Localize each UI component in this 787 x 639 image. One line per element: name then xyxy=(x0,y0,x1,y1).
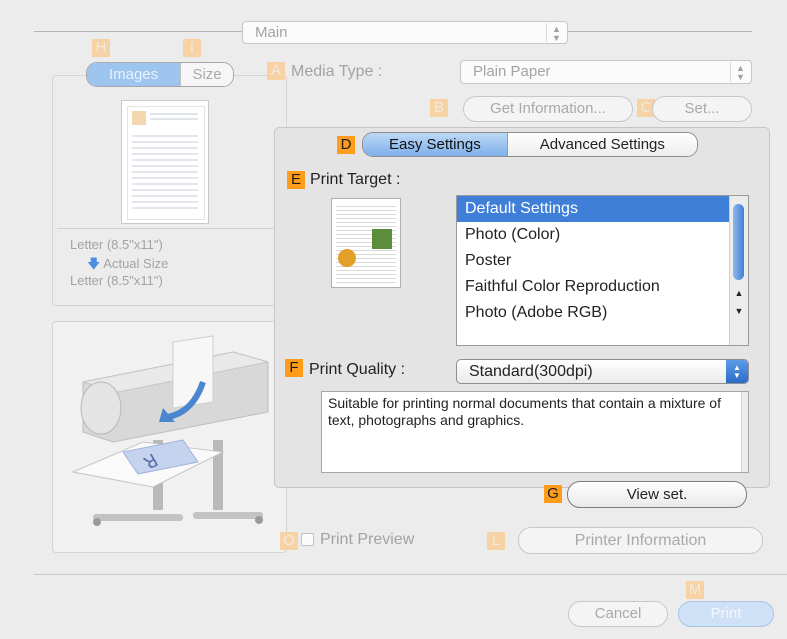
updown-arrows-icon: ▲ ▼ xyxy=(730,62,750,82)
top-separator-right xyxy=(567,31,752,32)
arrow-down-icon: 🡇 xyxy=(87,256,101,271)
scale-label: Actual Size xyxy=(103,256,169,271)
marker-f: F xyxy=(285,359,303,377)
print-target-preview-icon xyxy=(331,198,401,288)
page-thumbnail xyxy=(121,100,209,224)
print-preview-checkbox[interactable] xyxy=(301,533,314,546)
set-button[interactable]: Set... xyxy=(652,96,752,122)
tab-advanced-settings[interactable]: Advanced Settings xyxy=(506,133,697,156)
media-type-popup[interactable]: Plain Paper ▲ ▼ xyxy=(460,60,752,84)
print-quality-description: Suitable for printing normal documents t… xyxy=(321,391,749,473)
settings-tab-control: Easy Settings Advanced Settings xyxy=(362,132,698,157)
scroll-thumb[interactable] xyxy=(733,204,744,280)
marker-d: D xyxy=(337,136,355,154)
tab-images[interactable]: Images xyxy=(87,63,181,86)
print-quality-label: Print Quality : xyxy=(309,361,406,378)
view-set-button[interactable]: View set. xyxy=(567,481,747,508)
printer-information-button[interactable]: Printer Information xyxy=(518,527,763,554)
preview-tab-control: Images Size xyxy=(86,62,234,87)
marker-b: B xyxy=(430,99,448,117)
output-size-label: Letter (8.5"x11") xyxy=(70,273,163,288)
thumbnail-line xyxy=(150,113,198,115)
list-item-faithful-color[interactable]: Faithful Color Reproduction xyxy=(457,274,748,300)
footer-separator xyxy=(34,574,787,575)
list-item-photo-color[interactable]: Photo (Color) xyxy=(457,222,748,248)
updown-arrows-icon: ▲ ▼ xyxy=(726,360,748,383)
printer-illustration-panel: R xyxy=(52,321,287,553)
list-item-default-settings[interactable]: Default Settings xyxy=(457,196,731,222)
top-separator-left xyxy=(34,31,242,32)
list-scrollbar[interactable]: ▲ ▼ xyxy=(729,196,748,345)
marker-l: L xyxy=(487,532,505,550)
media-type-label: Media Type : xyxy=(291,63,383,80)
scroll-up-icon[interactable]: ▲ xyxy=(730,286,748,300)
thumbnail-text-lines xyxy=(132,131,198,211)
thumbnail-image-icon xyxy=(132,111,146,125)
marker-h: H xyxy=(92,39,110,57)
print-preview-label: Print Preview xyxy=(320,531,415,548)
marker-m: M xyxy=(686,581,704,599)
tab-easy-settings[interactable]: Easy Settings xyxy=(363,133,507,156)
print-quality-popup[interactable]: Standard(300dpi) ▲ ▼ xyxy=(456,359,749,384)
marker-o: O xyxy=(280,532,298,550)
printer-icon: R xyxy=(71,335,269,526)
main-popup[interactable]: Main ▲ ▼ xyxy=(242,21,568,44)
marker-i: I xyxy=(183,39,201,57)
marker-e: E xyxy=(287,171,305,189)
list-item-poster[interactable]: Poster xyxy=(457,248,748,274)
print-target-label: Print Target : xyxy=(310,171,401,188)
preview-flower xyxy=(338,249,356,267)
updown-arrows-icon: ▲ ▼ xyxy=(546,23,566,43)
main-popup-label: Main xyxy=(255,24,288,41)
preview-divider xyxy=(57,228,281,229)
print-quality-value: Standard(300dpi) xyxy=(469,363,593,380)
get-information-button[interactable]: Get Information... xyxy=(463,96,633,122)
preview-photo xyxy=(372,229,392,249)
list-item-photo-adobe-rgb[interactable]: Photo (Adobe RGB) xyxy=(457,300,748,326)
tab-size[interactable]: Size xyxy=(180,63,233,86)
media-type-value: Plain Paper xyxy=(473,63,551,80)
marker-a: A xyxy=(267,62,285,80)
print-target-list[interactable]: Default Settings Photo (Color) Poster Fa… xyxy=(456,195,749,346)
print-button[interactable]: Print xyxy=(678,601,774,627)
description-scrollbar xyxy=(741,392,748,472)
cancel-button[interactable]: Cancel xyxy=(568,601,668,627)
original-size-label: Letter (8.5"x11") xyxy=(70,237,163,252)
marker-g: G xyxy=(544,485,562,503)
thumbnail-content xyxy=(127,106,205,220)
description-text: Suitable for printing normal documents t… xyxy=(328,395,721,428)
thumbnail-line xyxy=(150,118,198,120)
scroll-down-icon[interactable]: ▼ xyxy=(730,304,748,318)
